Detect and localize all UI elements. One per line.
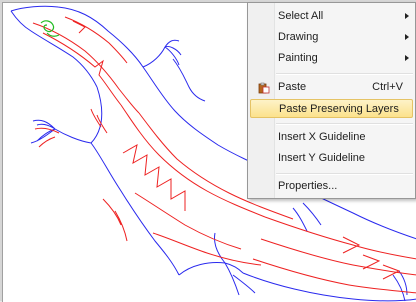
- menu-item-insert-x-guideline[interactable]: Insert X Guideline: [250, 128, 413, 147]
- lizard-leg-stripe: [34, 127, 60, 148]
- menu-item-label: Drawing: [278, 31, 319, 43]
- context-menu: Select All Drawing Painting Paste Ctrl+V…: [247, 2, 416, 199]
- lizard-body-zigzag-2: [134, 192, 242, 250]
- lizard-outline-tail-bottom: [242, 272, 416, 302]
- menu-item-label: Painting: [278, 52, 318, 64]
- menu-item-select-all[interactable]: Select All: [250, 7, 413, 26]
- submenu-arrow-icon: [405, 13, 409, 19]
- lizard-body-zigzag-3: [152, 232, 262, 266]
- lizard-eye: [40, 20, 60, 37]
- lizard-small-foot: [392, 270, 408, 302]
- menu-separator: [276, 173, 413, 175]
- menu-item-paste[interactable]: Paste Ctrl+V: [250, 78, 413, 97]
- menu-item-drawing[interactable]: Drawing: [250, 28, 413, 47]
- lizard-body-zigzag-1: [122, 144, 186, 211]
- menu-item-paste-preserving-layers[interactable]: Paste Preserving Layers: [250, 99, 413, 118]
- lizard-tail-stripe-1: [264, 216, 416, 260]
- lizard-spine-3: [64, 16, 128, 64]
- menu-item-insert-y-guideline[interactable]: Insert Y Guideline: [250, 149, 413, 168]
- menu-separator: [276, 73, 413, 75]
- menu-item-label: Select All: [278, 10, 324, 22]
- submenu-arrow-icon: [405, 34, 409, 40]
- submenu-arrow-icon: [405, 55, 409, 61]
- lizard-front-leg: [30, 119, 92, 144]
- menu-item-label: Paste Preserving Layers: [279, 103, 399, 115]
- lizard-belly-curl: [102, 198, 128, 242]
- lizard-tail-stripe-3: [252, 258, 416, 294]
- menu-item-label: Properties...: [278, 180, 338, 192]
- lizard-tail-arrow-1: [342, 236, 361, 254]
- lizard-back-arm: [142, 39, 206, 102]
- lizard-right-foot: [292, 202, 322, 232]
- paste-icon: [258, 82, 270, 94]
- menu-separator: [276, 123, 413, 125]
- menu-item-label: Paste: [278, 81, 307, 93]
- lizard-body-stripe-1: [120, 104, 266, 218]
- lizard-tail-stripe-2: [260, 238, 416, 276]
- menu-item-shortcut: Ctrl+V: [372, 81, 403, 93]
- lizard-rear-foot: [224, 262, 256, 296]
- menu-item-properties[interactable]: Properties...: [250, 177, 413, 196]
- lizard-outline-belly: [90, 142, 180, 276]
- menu-item-label: Insert Y Guideline: [278, 152, 366, 164]
- lizard-outline-neck: [90, 86, 103, 144]
- menu-item-label: Insert X Guideline: [278, 131, 366, 143]
- menu-item-painting[interactable]: Painting: [250, 49, 413, 68]
- lizard-outline-head: [10, 10, 98, 88]
